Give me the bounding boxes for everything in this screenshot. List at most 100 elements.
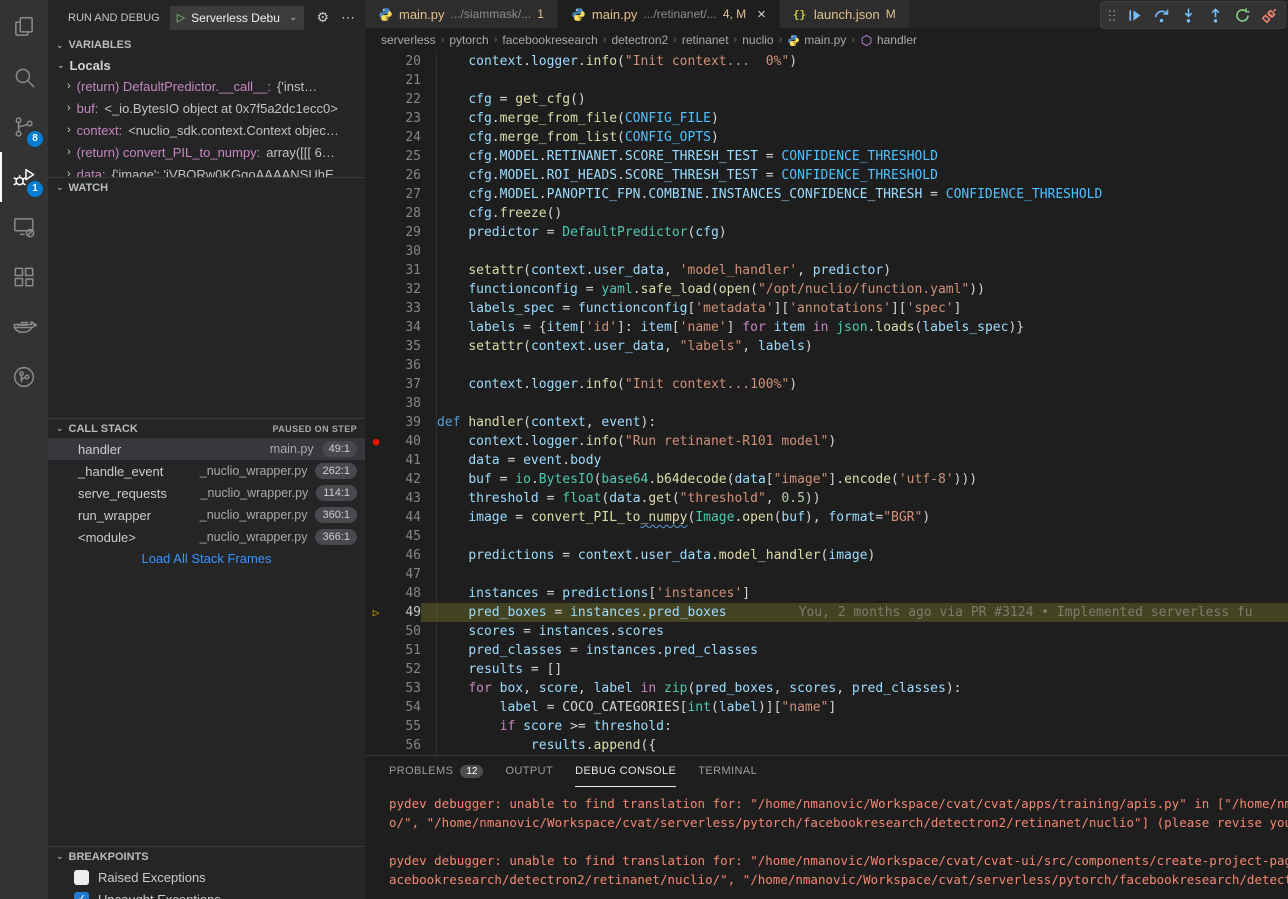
glyph-margin[interactable] bbox=[365, 698, 387, 717]
code-line[interactable]: 33 labels_spec = functionconfig['metadat… bbox=[365, 299, 1288, 318]
call-stack-header[interactable]: ⌄ CALL STACK PAUSED ON STEP bbox=[48, 418, 365, 438]
code-line[interactable]: 56 results.append({ bbox=[365, 736, 1288, 755]
code-line[interactable]: 38 bbox=[365, 394, 1288, 413]
launch-config-select[interactable]: ▷ Serverless Debu ⌄ bbox=[170, 6, 305, 30]
gear-icon[interactable]: ⚙ bbox=[316, 9, 329, 26]
breakpoint-icon[interactable]: ● bbox=[365, 432, 387, 451]
glyph-margin[interactable] bbox=[365, 679, 387, 698]
code-line[interactable]: 26 cfg.MODEL.ROI_HEADS.SCORE_THRESH_TEST… bbox=[365, 166, 1288, 185]
checkbox-unchecked-icon[interactable] bbox=[74, 870, 89, 885]
breadcrumb-item[interactable]: serverless bbox=[381, 33, 436, 47]
stack-frame[interactable]: run_wrapper_nuclio_wrapper.py360:1 bbox=[48, 504, 365, 526]
glyph-margin[interactable] bbox=[365, 394, 387, 413]
code-line[interactable]: 36 bbox=[365, 356, 1288, 375]
code-line[interactable]: 22 cfg = get_cfg() bbox=[365, 90, 1288, 109]
variables-header[interactable]: ⌄ VARIABLES bbox=[48, 35, 365, 55]
glyph-margin[interactable] bbox=[365, 451, 387, 470]
variable-row[interactable]: ›data:{'image': 'iVBORw0KGgoAAAANSUhE… bbox=[48, 163, 365, 177]
code-line[interactable]: 43 threshold = float(data.get("threshold… bbox=[365, 489, 1288, 508]
panel-tab-terminal[interactable]: TERMINAL bbox=[698, 756, 757, 787]
activity-item-explorer[interactable] bbox=[0, 2, 48, 52]
activity-item-source-control[interactable]: 8 bbox=[0, 102, 48, 152]
code-line[interactable]: 23 cfg.merge_from_file(CONFIG_FILE) bbox=[365, 109, 1288, 128]
glyph-margin[interactable] bbox=[365, 565, 387, 584]
stack-frame[interactable]: handlermain.py49:1 bbox=[48, 438, 365, 460]
glyph-margin[interactable] bbox=[365, 546, 387, 565]
glyph-margin[interactable] bbox=[365, 71, 387, 90]
glyph-margin[interactable] bbox=[365, 128, 387, 147]
code-line[interactable]: 27 cfg.MODEL.PANOPTIC_FPN.COMBINE.INSTAN… bbox=[365, 185, 1288, 204]
code-line[interactable]: 46 predictions = context.user_data.model… bbox=[365, 546, 1288, 565]
code-line[interactable]: 54 label = COCO_CATEGORIES[int(label)]["… bbox=[365, 698, 1288, 717]
code-line[interactable]: 53 for box, score, label in zip(pred_box… bbox=[365, 679, 1288, 698]
variable-row[interactable]: ›buf:<_io.BytesIO object at 0x7f5a2dc1ec… bbox=[48, 97, 365, 119]
code-line[interactable]: 34 labels = {item['id']: item['name'] fo… bbox=[365, 318, 1288, 337]
glyph-margin[interactable] bbox=[365, 527, 387, 546]
activity-item-run-debug[interactable]: 1 bbox=[0, 152, 48, 202]
activity-item-extensions[interactable] bbox=[0, 252, 48, 302]
code-line[interactable]: 42 buf = io.BytesIO(base64.b64decode(dat… bbox=[365, 470, 1288, 489]
glyph-margin[interactable] bbox=[365, 356, 387, 375]
code-line[interactable]: 37 context.logger.info("Init context...1… bbox=[365, 375, 1288, 394]
glyph-margin[interactable] bbox=[365, 717, 387, 736]
code-line[interactable]: 25 cfg.MODEL.RETINANET.SCORE_THRESH_TEST… bbox=[365, 147, 1288, 166]
glyph-margin[interactable] bbox=[365, 204, 387, 223]
glyph-margin[interactable] bbox=[365, 413, 387, 432]
stack-frame[interactable]: <module>_nuclio_wrapper.py366:1 bbox=[48, 526, 365, 548]
glyph-margin[interactable] bbox=[365, 109, 387, 128]
code-line[interactable]: 29 predictor = DefaultPredictor(cfg) bbox=[365, 223, 1288, 242]
breadcrumb-item[interactable]: retinanet bbox=[682, 33, 729, 47]
variable-row[interactable]: ›(return) DefaultPredictor.__call__:{'in… bbox=[48, 75, 365, 97]
panel-tab-problems[interactable]: PROBLEMS12 bbox=[389, 756, 483, 787]
glyph-margin[interactable] bbox=[365, 660, 387, 679]
code-line[interactable]: 24 cfg.merge_from_list(CONFIG_OPTS) bbox=[365, 128, 1288, 147]
code-line[interactable]: 30 bbox=[365, 242, 1288, 261]
glyph-margin[interactable] bbox=[365, 90, 387, 109]
code-editor[interactable]: 20 context.logger.info("Init context... … bbox=[365, 52, 1288, 755]
glyph-margin[interactable] bbox=[365, 52, 387, 71]
code-line[interactable]: 44 image = convert_PIL_to_numpy(Image.op… bbox=[365, 508, 1288, 527]
tab-main-py-0[interactable]: main.py.../siammask/...1 bbox=[365, 0, 558, 28]
code-line[interactable]: 32 functionconfig = yaml.safe_load(open(… bbox=[365, 280, 1288, 299]
glyph-margin[interactable] bbox=[365, 736, 387, 755]
breadcrumb-item[interactable]: facebookresearch bbox=[502, 33, 597, 47]
more-actions-icon[interactable]: ⋯ bbox=[341, 9, 355, 26]
debug-restart-button[interactable] bbox=[1230, 3, 1254, 27]
glyph-margin[interactable] bbox=[365, 622, 387, 641]
code-line[interactable]: 41 data = event.body bbox=[365, 451, 1288, 470]
glyph-margin[interactable] bbox=[365, 261, 387, 280]
code-line[interactable]: 50 scores = instances.scores bbox=[365, 622, 1288, 641]
glyph-margin[interactable] bbox=[365, 584, 387, 603]
breadcrumb-item[interactable]: pytorch bbox=[449, 33, 488, 47]
start-debug-icon[interactable]: ▷ bbox=[177, 11, 185, 24]
checkbox-checked-icon[interactable]: ✓ bbox=[74, 892, 89, 899]
activity-item-docker[interactable] bbox=[0, 302, 48, 352]
watch-header[interactable]: ⌄ WATCH bbox=[48, 177, 365, 197]
code-line[interactable]: 20 context.logger.info("Init context... … bbox=[365, 52, 1288, 71]
code-line[interactable]: 39def handler(context, event): bbox=[365, 413, 1288, 432]
code-line[interactable]: 48 instances = predictions['instances'] bbox=[365, 584, 1288, 603]
code-line[interactable]: ▷49 pred_boxes = instances.pred_boxesYou… bbox=[365, 603, 1288, 622]
debug-step-into-button[interactable] bbox=[1176, 3, 1200, 27]
glyph-margin[interactable] bbox=[365, 147, 387, 166]
glyph-margin[interactable] bbox=[365, 337, 387, 356]
activity-item-search[interactable] bbox=[0, 52, 48, 102]
variable-row[interactable]: ›(return) convert_PIL_to_numpy:array([[[… bbox=[48, 141, 365, 163]
breadcrumb-item[interactable]: handler bbox=[860, 33, 917, 47]
glyph-margin[interactable] bbox=[365, 508, 387, 527]
tab-main-py-1[interactable]: main.py.../retinanet/...4, M× bbox=[558, 0, 780, 28]
panel-tab-output[interactable]: OUTPUT bbox=[505, 756, 553, 787]
activity-item-remote-explorer[interactable] bbox=[0, 202, 48, 252]
code-line[interactable]: 47 bbox=[365, 565, 1288, 584]
code-line[interactable]: 55 if score >= threshold: bbox=[365, 717, 1288, 736]
activity-item-git-history[interactable] bbox=[0, 352, 48, 402]
current-line-arrow-icon[interactable]: ▷ bbox=[365, 603, 387, 622]
glyph-margin[interactable] bbox=[365, 470, 387, 489]
panel-tab-debug-console[interactable]: DEBUG CONSOLE bbox=[575, 756, 676, 787]
code-line[interactable]: 28 cfg.freeze() bbox=[365, 204, 1288, 223]
code-line[interactable]: ●40 context.logger.info("Run retinanet-R… bbox=[365, 432, 1288, 451]
variable-row[interactable]: ›context:<nuclio_sdk.context.Context obj… bbox=[48, 119, 365, 141]
breakpoint-row[interactable]: Raised Exceptions bbox=[48, 866, 365, 888]
breakpoints-header[interactable]: ⌄ BREAKPOINTS bbox=[48, 846, 365, 866]
debug-console-output[interactable]: pydev debugger: unable to find translati… bbox=[365, 787, 1288, 889]
